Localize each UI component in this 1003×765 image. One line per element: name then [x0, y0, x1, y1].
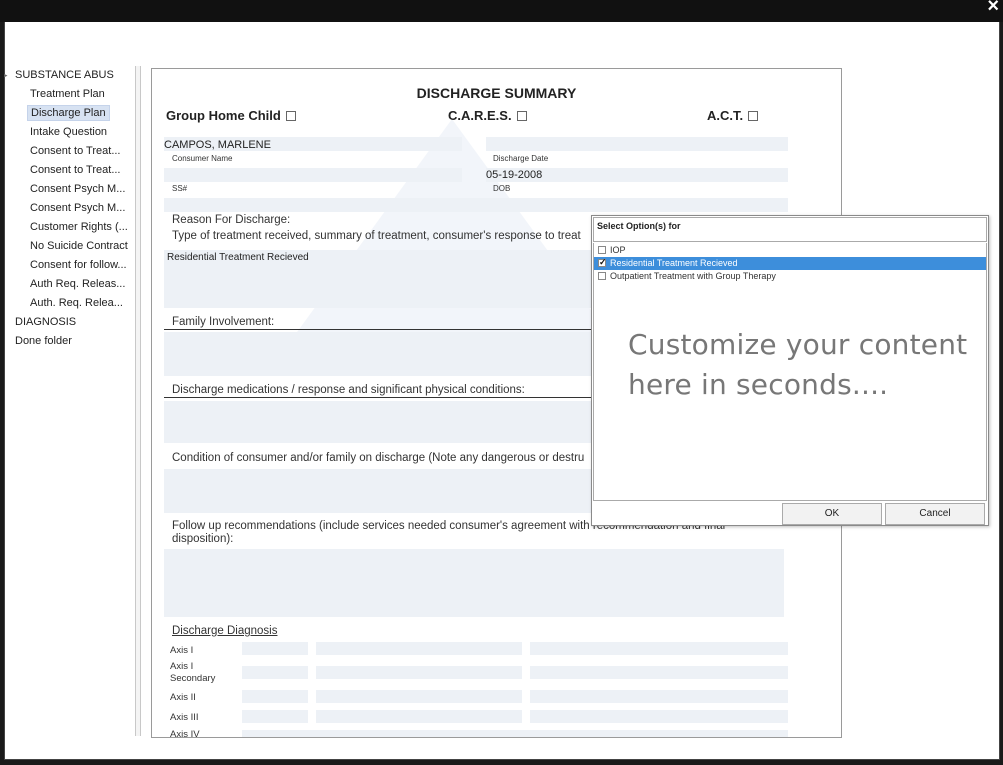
axis-1-secondary-label: Axis I Secondary — [170, 661, 216, 684]
group-home-child-checkbox-label: Group Home Child — [166, 108, 296, 123]
checked-checkbox-icon[interactable] — [598, 256, 607, 269]
tree-group-done-folder[interactable]: Done folder — [4, 332, 132, 351]
tree-item-intake-question[interactable]: Intake Question — [4, 123, 132, 142]
tree-item-consent-follow[interactable]: Consent for follow... — [4, 256, 132, 275]
tree-item-consent-psych-2[interactable]: Consent Psych M... — [4, 199, 132, 218]
condition-heading: Condition of consumer and/or family on d… — [172, 452, 585, 464]
followup-textarea[interactable] — [164, 549, 784, 617]
tree-item-discharge-plan[interactable]: Discharge Plan — [4, 104, 132, 123]
select-options-dialog: Select Option(s) for IOP Residential Tre… — [591, 215, 989, 526]
axis-4-field[interactable] — [242, 730, 788, 737]
tree-item-consent-psych-1[interactable]: Consent Psych M... — [4, 180, 132, 199]
axis-2-desc-field[interactable] — [316, 690, 522, 703]
axis-1-notes-field[interactable] — [530, 642, 788, 655]
pane-splitter[interactable] — [135, 66, 141, 736]
axis-1-secondary-code-field[interactable] — [242, 666, 308, 679]
axis-3-desc-field[interactable] — [316, 710, 522, 723]
options-list: IOP Residential Treatment Recieved Outpa… — [593, 243, 987, 501]
tree-item-auth-req-2[interactable]: Auth. Req. Relea... — [4, 294, 132, 313]
act-checkbox[interactable] — [748, 111, 759, 121]
option-iop[interactable]: IOP — [594, 244, 986, 257]
ok-button[interactable]: OK — [782, 503, 882, 525]
consumer-name-label: Consumer Name — [172, 154, 233, 163]
cancel-button[interactable]: Cancel — [885, 503, 985, 525]
document-title: DISCHARGE SUMMARY — [416, 85, 577, 101]
axis-2-notes-field[interactable] — [530, 690, 788, 703]
discharge-diagnosis-heading: Discharge Diagnosis — [172, 625, 278, 637]
axis-1-secondary-notes-field[interactable] — [530, 666, 788, 679]
dob-field[interactable] — [164, 198, 788, 212]
tree-item-consent-to-treat-2[interactable]: Consent to Treat... — [4, 161, 132, 180]
discharge-date-label: Discharge Date — [493, 154, 549, 163]
ssn-label: SS# — [172, 184, 188, 193]
axis-3-label: Axis III — [170, 712, 199, 723]
discharge-date-field-top[interactable] — [486, 137, 788, 151]
family-involvement-heading: Family Involvement: — [172, 316, 275, 328]
dob-label: DOB — [493, 184, 511, 193]
axis-1-code-field[interactable] — [242, 642, 308, 655]
collapse-caret-icon[interactable]: ▸ — [4, 66, 8, 85]
dialog-title: Select Option(s) for — [593, 217, 987, 242]
tree-item-customer-rights[interactable]: Customer Rights (... — [4, 218, 132, 237]
title-bar: × — [0, 0, 1003, 22]
promo-text: Customize your content here in seconds..… — [628, 328, 968, 401]
discharge-date-value: 05-19-2008 — [486, 169, 543, 181]
axis-1-label: Axis I — [170, 645, 194, 656]
axis-2-code-field[interactable] — [242, 690, 308, 703]
option-outpatient-treatment[interactable]: Outpatient Treatment with Group Therapy — [594, 270, 986, 283]
reason-subheading: Type of treatment received, summary of t… — [172, 230, 581, 242]
cares-checkbox[interactable] — [516, 111, 527, 121]
tree-group-substance-abuse[interactable]: ▸ SUBSTANCE ABUS — [4, 66, 132, 85]
tree-item-consent-to-treat-1[interactable]: Consent to Treat... — [4, 142, 132, 161]
checkbox-icon[interactable] — [598, 272, 606, 280]
ssn-field[interactable] — [164, 168, 462, 182]
reason-value: Residential Treatment Recieved — [167, 252, 309, 263]
tree-item-no-suicide-contract[interactable]: No Suicide Contract — [4, 237, 132, 256]
act-checkbox-label: A.C.T. — [707, 108, 759, 123]
axis-4-label: Axis IV — [170, 729, 200, 738]
close-icon[interactable]: × — [987, 0, 999, 16]
group-home-child-checkbox[interactable] — [285, 111, 296, 121]
tree-item-treatment-plan[interactable]: Treatment Plan — [4, 85, 132, 104]
discharge-medications-heading: Discharge medications / response and sig… — [172, 384, 525, 396]
option-residential-treatment[interactable]: Residential Treatment Recieved — [594, 256, 986, 270]
axis-3-code-field[interactable] — [242, 710, 308, 723]
sidebar-tree: ▸ SUBSTANCE ABUS Treatment Plan Discharg… — [4, 66, 132, 351]
consumer-name-value: CAMPOS, MARLENE — [164, 139, 271, 151]
checkbox-icon[interactable] — [598, 246, 606, 254]
cares-checkbox-label: C.A.R.E.S. — [448, 108, 527, 123]
tree-item-auth-req-1[interactable]: Auth Req. Releas... — [4, 275, 132, 294]
axis-1-desc-field[interactable] — [316, 642, 522, 655]
axis-1-secondary-desc-field[interactable] — [316, 666, 522, 679]
tree-group-diagnosis[interactable]: DIAGNOSIS — [4, 313, 132, 332]
axis-3-notes-field[interactable] — [530, 710, 788, 723]
reason-heading: Reason For Discharge: — [172, 214, 291, 226]
axis-2-label: Axis II — [170, 692, 196, 703]
